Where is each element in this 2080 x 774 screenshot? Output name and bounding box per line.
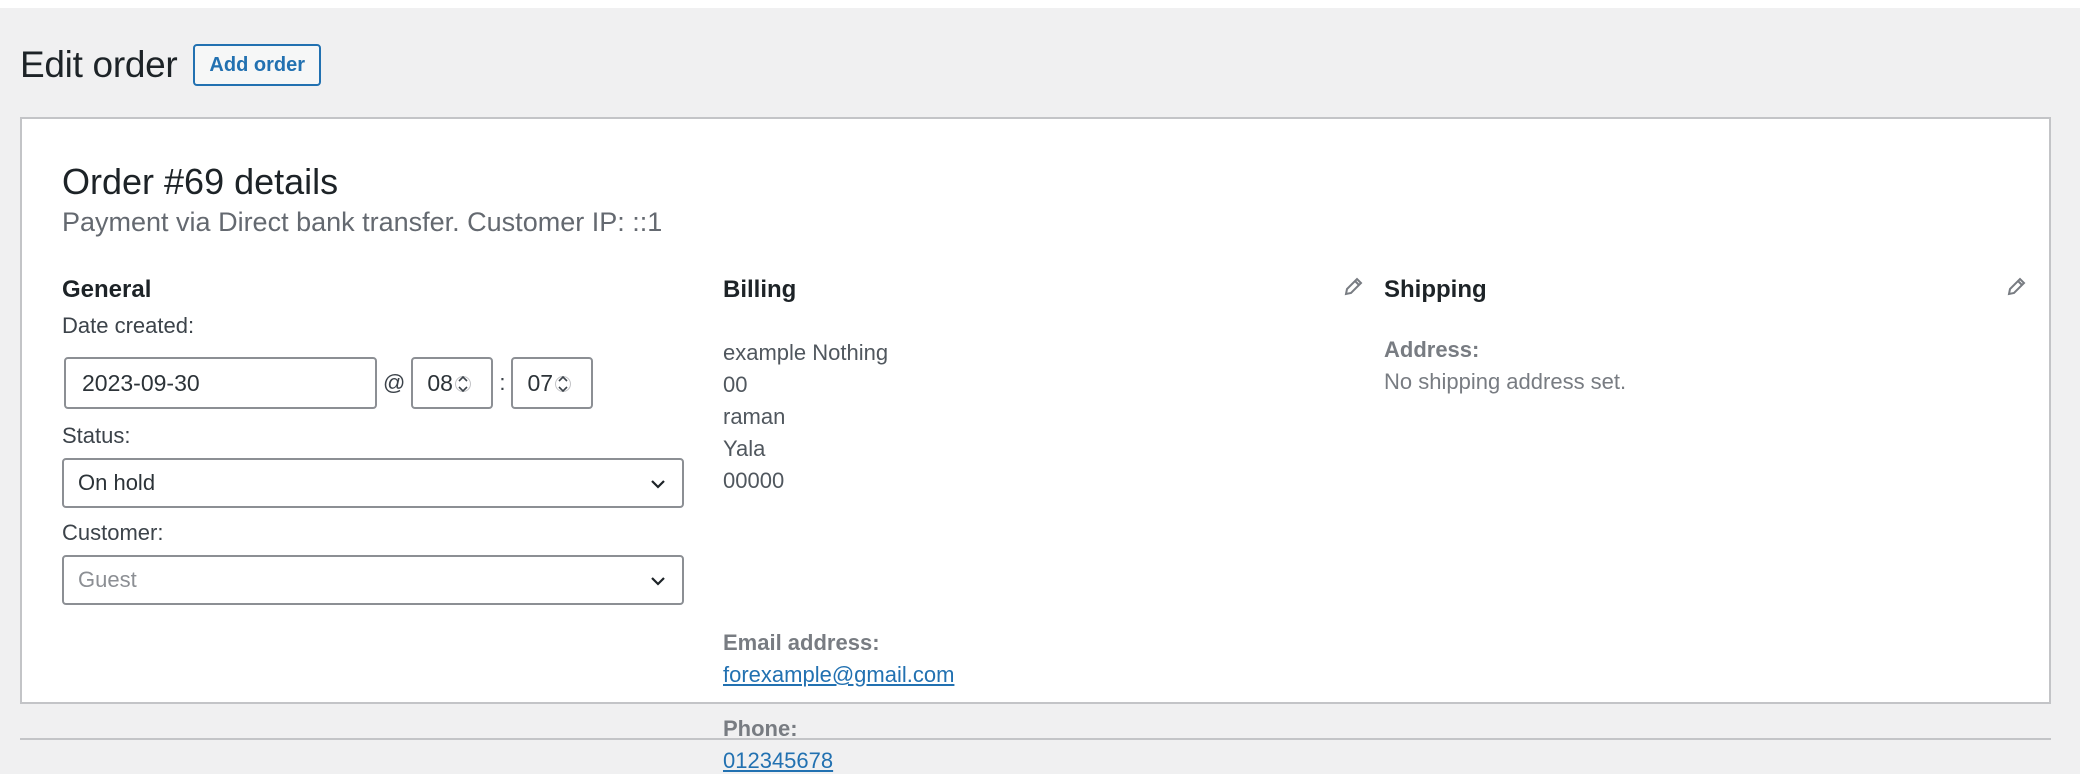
top-strip bbox=[0, 0, 2080, 8]
page-header: Edit order Add order bbox=[20, 44, 321, 86]
customer-select[interactable]: Guest bbox=[62, 555, 684, 605]
address-line: 00000 bbox=[723, 468, 785, 493]
colon-separator: : bbox=[499, 370, 506, 395]
hour-value: 08 bbox=[427, 369, 453, 396]
add-order-button[interactable]: Add order bbox=[193, 44, 321, 86]
spinner-arrows-icon[interactable] bbox=[555, 372, 572, 396]
billing-address: example Nothing 00 raman Yala 00000 bbox=[723, 337, 888, 497]
customer-label: Customer: bbox=[62, 520, 164, 545]
minute-value: 07 bbox=[527, 369, 554, 396]
address-line: 00 bbox=[723, 372, 748, 397]
email-link[interactable]: forexample@gmail.com bbox=[723, 662, 954, 688]
date-created-row: @ 08 : 07 bbox=[62, 357, 594, 409]
page-title: Edit order bbox=[20, 44, 178, 85]
email-label: Email address: bbox=[723, 630, 880, 655]
address-line: example Nothing bbox=[723, 340, 889, 365]
general-title: General bbox=[62, 276, 152, 303]
chevron-down-icon bbox=[651, 480, 665, 489]
order-payment-meta: Payment via Direct bank transfer. Custom… bbox=[62, 207, 663, 237]
phone-link[interactable]: 012345678 bbox=[723, 748, 833, 774]
date-created-input[interactable] bbox=[64, 357, 377, 409]
minute-input[interactable]: 07 bbox=[511, 357, 594, 409]
general-column: General Date created: @ 08 : 07 bbox=[62, 275, 684, 605]
order-details-panel: Order #69 details Payment via Direct ban… bbox=[20, 117, 2051, 773]
pencil-icon[interactable] bbox=[1341, 275, 1365, 299]
shipping-title: Shipping bbox=[1384, 276, 1487, 303]
chevron-down-icon bbox=[651, 577, 665, 586]
billing-title: Billing bbox=[723, 276, 797, 303]
shipping-address-value: No shipping address set. bbox=[1384, 369, 1627, 394]
hour-input[interactable]: 08 bbox=[411, 357, 494, 409]
at-separator: @ bbox=[383, 370, 406, 395]
order-heading: Order #69 details bbox=[62, 161, 339, 202]
status-select[interactable]: On hold bbox=[62, 458, 684, 508]
address-line: raman bbox=[723, 404, 786, 429]
date-created-label: Date created: bbox=[62, 313, 195, 338]
billing-column: Billing example Nothing 00 raman Yala 00… bbox=[723, 275, 1365, 773]
spinner-arrows-icon[interactable] bbox=[455, 372, 472, 396]
customer-value: Guest bbox=[78, 567, 137, 592]
status-value: On hold bbox=[78, 470, 156, 495]
shipping-address-label: Address: bbox=[1384, 337, 1480, 362]
status-label: Status: bbox=[62, 423, 131, 448]
pencil-icon[interactable] bbox=[2004, 275, 2028, 299]
address-line: Yala bbox=[723, 436, 766, 461]
shipping-column: Shipping Address: No shipping address se… bbox=[1384, 275, 2028, 394]
